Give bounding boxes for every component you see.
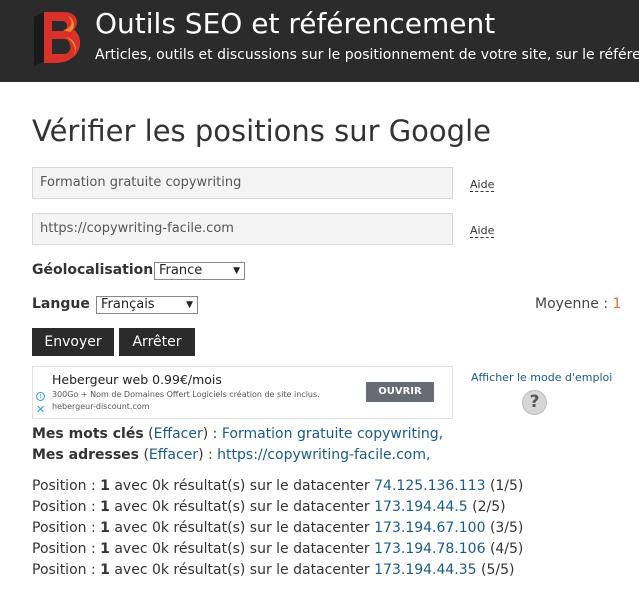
result-index: (5/5) [481, 562, 515, 578]
result-datacenter-link[interactable]: 173.194.44.5 [374, 499, 468, 515]
site-logo[interactable] [30, 9, 84, 67]
send-button[interactable]: Envoyer [32, 328, 114, 356]
result-prefix: Position : [32, 541, 101, 557]
result-index: (4/5) [489, 541, 524, 557]
saved-keywords-line: Mes mots clés (Effacer) : Formation grat… [32, 426, 443, 442]
ad-description: 300Go + Nom de Domaines Offert Logiciels… [52, 390, 320, 399]
result-middle: avec 0k résultat(s) sur le datacenter [109, 541, 375, 557]
language-select[interactable]: Français ▼ [96, 296, 198, 314]
url-help-link[interactable]: Aide [470, 224, 495, 238]
result-prefix: Position : [32, 562, 101, 578]
stop-button[interactable]: Arrêter [119, 328, 195, 356]
open-paren: ( [143, 426, 154, 442]
saved-keywords-value[interactable]: Formation gratuite copywriting, [222, 426, 443, 442]
result-position: 1 [100, 541, 110, 557]
ad-close-icon[interactable]: ✕ [36, 404, 45, 416]
language-label: Langue : [32, 296, 101, 312]
result-row: Position : 1 avec 0k résultat(s) sur le … [32, 562, 515, 578]
result-datacenter-link[interactable]: 173.194.78.106 [374, 541, 485, 557]
keyword-input[interactable]: Formation gratuite copywriting [32, 167, 453, 199]
result-prefix: Position : [32, 478, 101, 494]
result-prefix: Position : [32, 520, 101, 536]
result-middle: avec 0k résultat(s) sur le datacenter [109, 562, 375, 578]
result-middle: avec 0k résultat(s) sur le datacenter [109, 520, 375, 536]
average-position: Moyenne : 1 [535, 296, 621, 312]
url-input[interactable]: https://copywriting-facile.com [32, 213, 453, 245]
geolocation-select-value: France [159, 263, 203, 278]
site-header: Outils SEO et référencement Articles, ou… [0, 0, 639, 82]
result-row: Position : 1 avec 0k résultat(s) sur le … [32, 520, 523, 536]
result-position: 1 [100, 520, 110, 536]
clear-keywords-link[interactable]: Effacer [154, 426, 203, 442]
result-row: Position : 1 avec 0k résultat(s) sur le … [32, 499, 506, 515]
average-value: 1 [612, 296, 622, 312]
result-position: 1 [100, 478, 110, 494]
ad-title[interactable]: Hebergeur web 0.99€/mois [52, 372, 222, 387]
language-select-value: Français [101, 297, 155, 312]
result-row: Position : 1 avec 0k résultat(s) sur le … [32, 478, 523, 494]
open-paren: ( [139, 447, 149, 463]
site-title[interactable]: Outils SEO et référencement [95, 7, 495, 40]
saved-addresses-line: Mes adresses (Effacer) : https://copywri… [32, 447, 430, 463]
result-position: 1 [100, 499, 110, 515]
result-position: 1 [100, 562, 110, 578]
clear-addresses-link[interactable]: Effacer [149, 447, 198, 463]
keyword-help-link[interactable]: Aide [470, 178, 495, 192]
average-label: Moyenne : [535, 296, 609, 312]
ad-url[interactable]: hebergeur-discount.com [52, 402, 150, 411]
result-index: (3/5) [489, 520, 524, 536]
saved-keywords-label: Mes mots clés [32, 426, 144, 442]
advertisement[interactable]: Hebergeur web 0.99€/mois i 300Go + Nom d… [32, 366, 453, 419]
help-icon[interactable]: ? [522, 390, 547, 415]
result-index: (2/5) [472, 499, 506, 515]
close-paren: ) : [202, 426, 222, 442]
result-middle: avec 0k résultat(s) sur le datacenter [109, 478, 375, 494]
result-index: (1/5) [489, 478, 524, 494]
ad-open-button[interactable]: OUVRIR [366, 382, 434, 402]
show-instructions-link[interactable]: Afficher le mode d'emploi [471, 371, 612, 384]
geolocation-select[interactable]: France ▼ [154, 262, 245, 280]
page-title: Vérifier les positions sur Google [32, 114, 491, 148]
dropdown-arrow-icon: ▼ [186, 300, 193, 310]
result-datacenter-link[interactable]: 74.125.136.113 [374, 478, 485, 494]
result-middle: avec 0k résultat(s) sur le datacenter [109, 499, 375, 515]
dropdown-arrow-icon: ▼ [233, 266, 240, 276]
result-prefix: Position : [32, 499, 101, 515]
result-datacenter-link[interactable]: 173.194.67.100 [374, 520, 485, 536]
site-tagline: Articles, outils et discussions sur le p… [95, 47, 639, 63]
saved-addresses-value[interactable]: https://copywriting-facile.com, [217, 447, 430, 463]
result-datacenter-link[interactable]: 173.194.44.35 [374, 562, 476, 578]
geolocation-label: Géolocalisation : [32, 262, 164, 278]
saved-addresses-label: Mes adresses [32, 447, 139, 463]
close-paren: ) : [198, 447, 218, 463]
ad-info-icon[interactable]: i [36, 392, 45, 401]
result-row: Position : 1 avec 0k résultat(s) sur le … [32, 541, 523, 557]
